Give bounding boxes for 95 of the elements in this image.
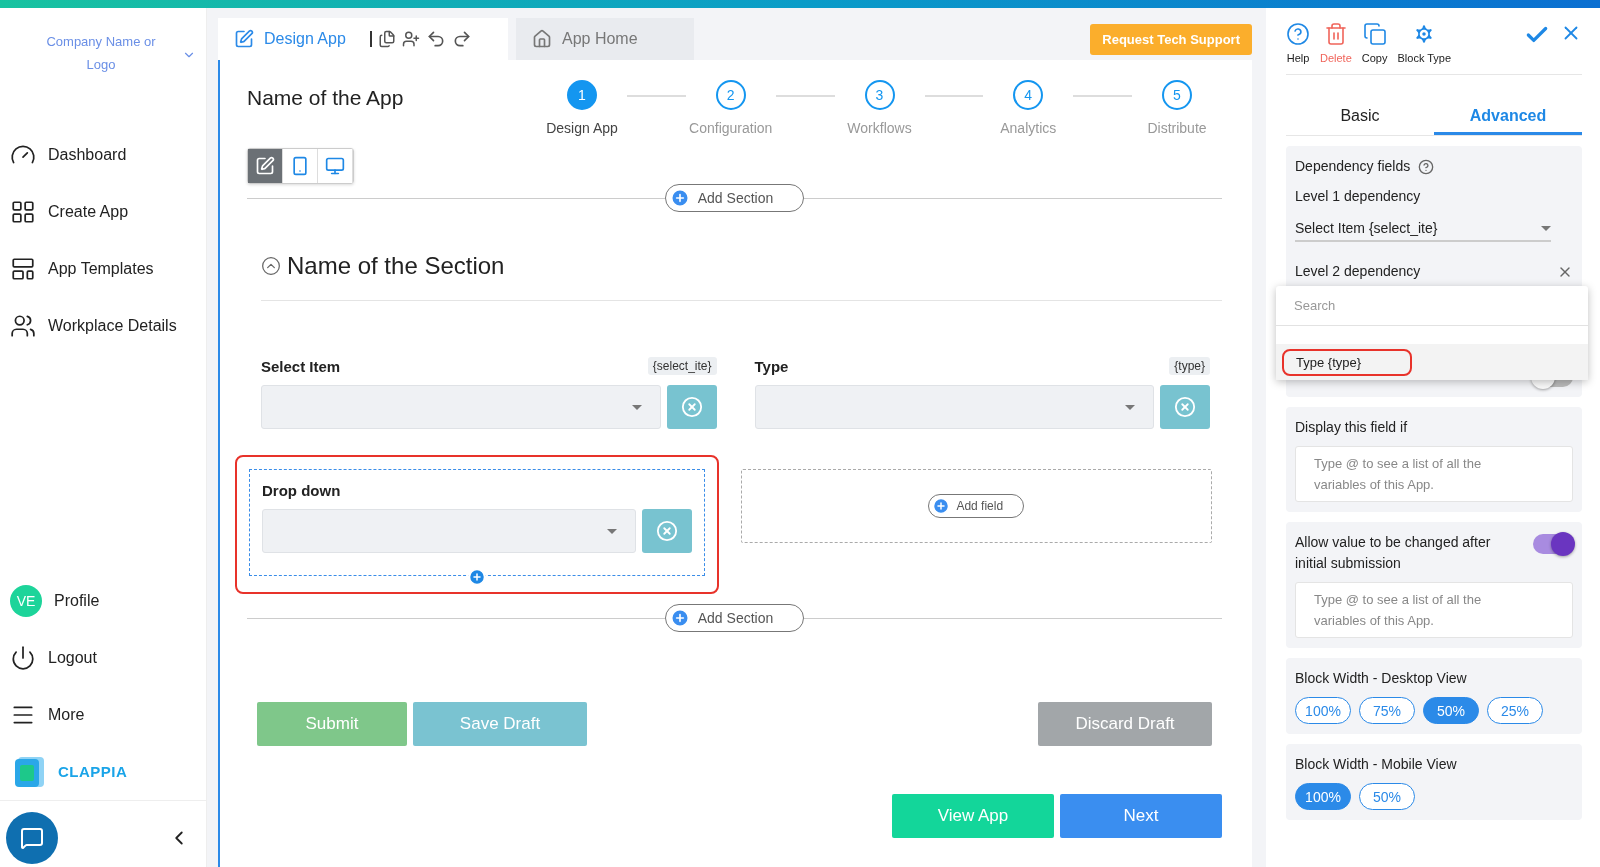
monitor-icon xyxy=(325,156,345,176)
view-button[interactable] xyxy=(283,149,318,183)
nav-item[interactable]: Workplace Details xyxy=(0,297,206,354)
help-icon[interactable] xyxy=(1418,158,1435,175)
nav-item[interactable]: VE Profile xyxy=(0,572,206,629)
phone-icon xyxy=(290,156,310,176)
width-option[interactable]: 50% xyxy=(1359,783,1415,810)
clear-button[interactable] xyxy=(641,509,692,553)
dropdown-field[interactable] xyxy=(261,385,661,429)
pages-icon[interactable] xyxy=(377,30,396,48)
toolbar-button[interactable]: Copy xyxy=(1361,22,1388,64)
toolbar-button[interactable]: Block Type xyxy=(1397,22,1452,64)
house-icon xyxy=(532,29,552,49)
view-button[interactable] xyxy=(248,149,283,183)
dependency-select[interactable]: Select Item {select_ite} xyxy=(1295,216,1551,242)
field-label: Select Item xyxy=(261,357,341,375)
dropdown-option[interactable]: Type {type} xyxy=(1282,348,1412,376)
tab[interactable]: Advanced xyxy=(1434,99,1582,135)
company-name: Company Name or Logo xyxy=(45,33,157,74)
step[interactable]: 4 Analytics xyxy=(983,80,1074,136)
card-title: Display this field if xyxy=(1295,418,1409,437)
dropdown-field[interactable] xyxy=(754,385,1154,429)
field-label: Level 2 dependency xyxy=(1295,262,1421,281)
caret-icon xyxy=(1125,404,1135,410)
width-option[interactable]: 100% xyxy=(1295,697,1351,724)
width-option[interactable]: 100% xyxy=(1295,783,1351,810)
add-user-icon[interactable] xyxy=(401,30,420,48)
form-button[interactable]: Submit xyxy=(257,702,407,746)
step[interactable]: 1 Design App xyxy=(537,80,627,136)
copy-icon xyxy=(1362,22,1387,46)
toolbar-button[interactable]: Help xyxy=(1286,22,1310,64)
field-label: Drop down xyxy=(262,482,341,499)
condition-field[interactable]: Type @ to see a list of all the variables of this App. xyxy=(1295,582,1573,638)
power-icon xyxy=(10,644,36,671)
nav-item[interactable]: Create App xyxy=(0,183,206,240)
undo-icon[interactable] xyxy=(425,29,446,49)
selected-field-block[interactable]: Drop down xyxy=(235,455,719,594)
card-title: Allow value to be changed after initial submission xyxy=(1295,533,1492,573)
clear-button[interactable] xyxy=(1160,385,1210,429)
step[interactable]: 3 Workflows xyxy=(834,80,925,136)
clear-icon xyxy=(655,520,678,542)
clear-button[interactable] xyxy=(666,385,717,429)
width-option[interactable]: 25% xyxy=(1487,697,1543,724)
tab[interactable]: Basic xyxy=(1286,99,1434,135)
field-label: Type xyxy=(754,357,789,375)
grid-icon xyxy=(10,198,36,225)
variable-tag: {select_ite} xyxy=(647,357,717,375)
plus-icon xyxy=(669,188,690,208)
plus-icon xyxy=(669,608,690,628)
toolbar-button[interactable]: Delete xyxy=(1320,22,1352,64)
next-button[interactable]: Next xyxy=(1060,794,1222,838)
nav-item[interactable]: App Templates xyxy=(0,240,206,297)
clear-icon xyxy=(1174,396,1196,418)
add-section-button[interactable]: Add Section xyxy=(664,184,805,212)
view-button[interactable] xyxy=(318,149,353,183)
help-icon xyxy=(1286,22,1310,46)
add-icon[interactable] xyxy=(467,568,486,586)
search-input[interactable]: Search xyxy=(1294,298,1570,313)
edit-icon xyxy=(234,29,254,49)
card-title: Block Width - Desktop View xyxy=(1295,669,1468,688)
chat-icon xyxy=(20,826,44,850)
card-title: Dependency fields xyxy=(1295,157,1411,176)
caret-icon xyxy=(606,528,617,534)
app-name: Name of the App xyxy=(247,85,405,110)
section-title: Name of the Section xyxy=(287,252,505,280)
chat-button[interactable] xyxy=(6,812,58,864)
variable-tag: {type} xyxy=(1169,357,1210,375)
step[interactable]: 2 Configuration xyxy=(685,80,776,136)
edit-icon xyxy=(255,156,275,176)
users-icon xyxy=(10,312,36,339)
add-field-button[interactable]: Add field xyxy=(928,494,1025,518)
add-section-button[interactable]: Add Section xyxy=(664,604,805,632)
avatar: VE xyxy=(10,584,42,617)
tab[interactable]: Design App xyxy=(218,18,508,60)
width-option[interactable]: 75% xyxy=(1359,697,1415,724)
step[interactable]: 5 Distribute xyxy=(1132,80,1222,136)
layout-icon xyxy=(10,255,36,282)
search-field[interactable]: Search xyxy=(1276,286,1588,326)
condition-field[interactable]: Type @ to see a list of all the variables of this App. xyxy=(1295,446,1573,502)
plus-icon xyxy=(932,497,951,515)
trash-icon xyxy=(1323,22,1348,46)
nav-item[interactable]: Dashboard xyxy=(0,126,206,183)
form-button[interactable]: Discard Draft xyxy=(1038,702,1212,746)
tab[interactable]: App Home xyxy=(516,18,694,60)
clear-icon xyxy=(680,396,703,418)
toggle-switch[interactable] xyxy=(1533,534,1573,554)
form-button[interactable]: Save Draft xyxy=(413,702,587,746)
brand-name: CLAPPIA xyxy=(58,763,128,780)
dropdown-field[interactable] xyxy=(262,509,636,553)
width-option[interactable]: 50% xyxy=(1423,697,1479,724)
caret-icon xyxy=(631,404,642,410)
card-title: Block Width - Mobile View xyxy=(1295,755,1458,774)
nav-item[interactable]: More xyxy=(0,686,206,743)
nav-item[interactable]: Logout xyxy=(0,629,206,686)
field-label: Level 1 dependency xyxy=(1295,187,1422,206)
